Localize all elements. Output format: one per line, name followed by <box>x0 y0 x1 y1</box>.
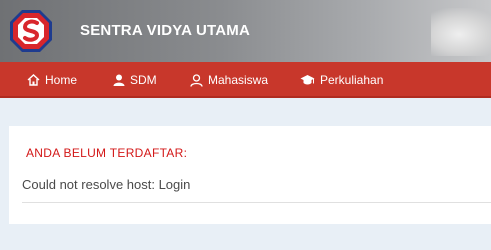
nav-perkuliahan[interactable]: Perkuliahan <box>300 62 383 98</box>
nav-sdm[interactable]: SDM <box>113 62 157 98</box>
graduation-cap-icon <box>300 75 315 85</box>
sevima-logo-icon[interactable] <box>8 8 54 54</box>
divider <box>22 202 491 203</box>
user-icon <box>113 74 125 86</box>
site-header: SENTRA VIDYA UTAMA <box>0 0 491 62</box>
nav-mahasiswa[interactable]: Mahasiswa <box>190 62 268 98</box>
alert-title: ANDA BELUM TERDAFTAR: <box>26 146 188 160</box>
nav-perkuliahan-label: Perkuliahan <box>320 73 384 87</box>
main-navbar: Home SDM Mahasiswa Perkuliahan <box>0 62 491 98</box>
brand-name[interactable]: SENTRA VIDYA UTAMA <box>80 22 250 39</box>
header-background-cloud <box>431 8 491 56</box>
error-message: Could not resolve host: Login <box>22 177 191 192</box>
nav-home-label: Home <box>45 73 78 87</box>
student-icon <box>190 73 203 87</box>
nav-sdm-label: SDM <box>130 73 157 87</box>
home-icon <box>27 74 40 86</box>
content-panel: ANDA BELUM TERDAFTAR: Could not resolve … <box>9 126 491 224</box>
nav-home[interactable]: Home <box>27 62 77 98</box>
nav-mahasiswa-label: Mahasiswa <box>208 73 269 87</box>
